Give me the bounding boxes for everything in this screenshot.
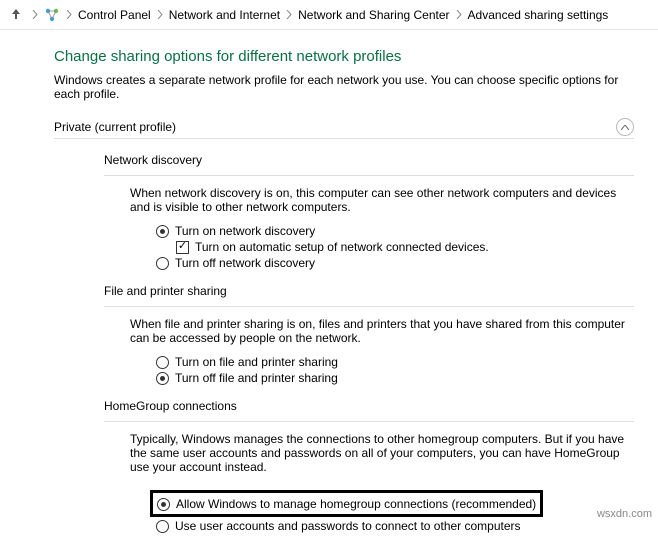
option-label[interactable]: Turn off file and printer sharing [175,371,338,385]
chevron-right-icon [284,10,294,19]
chevron-right-icon [155,10,165,19]
chevron-right-icon [30,10,40,19]
option-label[interactable]: Turn on network discovery [175,224,315,238]
radio-homegroup-windows-manage[interactable] [157,498,170,511]
option-label[interactable]: Allow Windows to manage homegroup connec… [176,497,536,511]
section-title-network-discovery: Network discovery [104,153,634,167]
breadcrumb-item[interactable]: Control Panel [76,7,153,23]
chevron-right-icon [64,10,74,19]
collapse-icon[interactable] [616,118,634,136]
radio-network-discovery-on[interactable] [156,225,169,238]
breadcrumb: Control Panel Network and Internet Netwo… [0,0,658,30]
breadcrumb-item[interactable]: Network and Internet [167,7,282,23]
checkbox-auto-setup[interactable] [176,241,189,254]
radio-network-discovery-off[interactable] [156,257,169,270]
page-title: Change sharing options for different net… [54,48,638,65]
radio-homegroup-user-accounts[interactable] [156,520,169,533]
option-label[interactable]: Use user accounts and passwords to conne… [175,519,521,533]
option-label[interactable]: Turn off network discovery [175,256,315,270]
option-label[interactable]: Turn on automatic setup of network conne… [195,240,489,254]
section-description: Typically, Windows manages the connectio… [130,432,634,474]
page-description: Windows creates a separate network profi… [54,73,624,101]
content-pane: Change sharing options for different net… [0,30,658,555]
breadcrumb-item[interactable]: Network and Sharing Center [296,7,451,23]
section-description: When network discovery is on, this compu… [130,186,634,214]
option-label[interactable]: Turn on file and printer sharing [175,355,338,369]
highlight-box: Allow Windows to manage homegroup connec… [150,490,543,517]
radio-file-printer-off[interactable] [156,372,169,385]
watermark: wsxdn.com [597,508,652,520]
up-icon[interactable] [4,7,28,23]
profile-header-label: Private (current profile) [54,120,176,134]
profile-header[interactable]: Private (current profile) [54,115,634,138]
section-title-homegroup: HomeGroup connections [104,399,634,413]
breadcrumb-item[interactable]: Advanced sharing settings [466,7,611,23]
network-sharing-icon [42,7,62,23]
section-title-file-printer-sharing: File and printer sharing [104,284,634,298]
radio-file-printer-on[interactable] [156,356,169,369]
section-description: When file and printer sharing is on, fil… [130,317,634,345]
chevron-right-icon [454,10,464,19]
